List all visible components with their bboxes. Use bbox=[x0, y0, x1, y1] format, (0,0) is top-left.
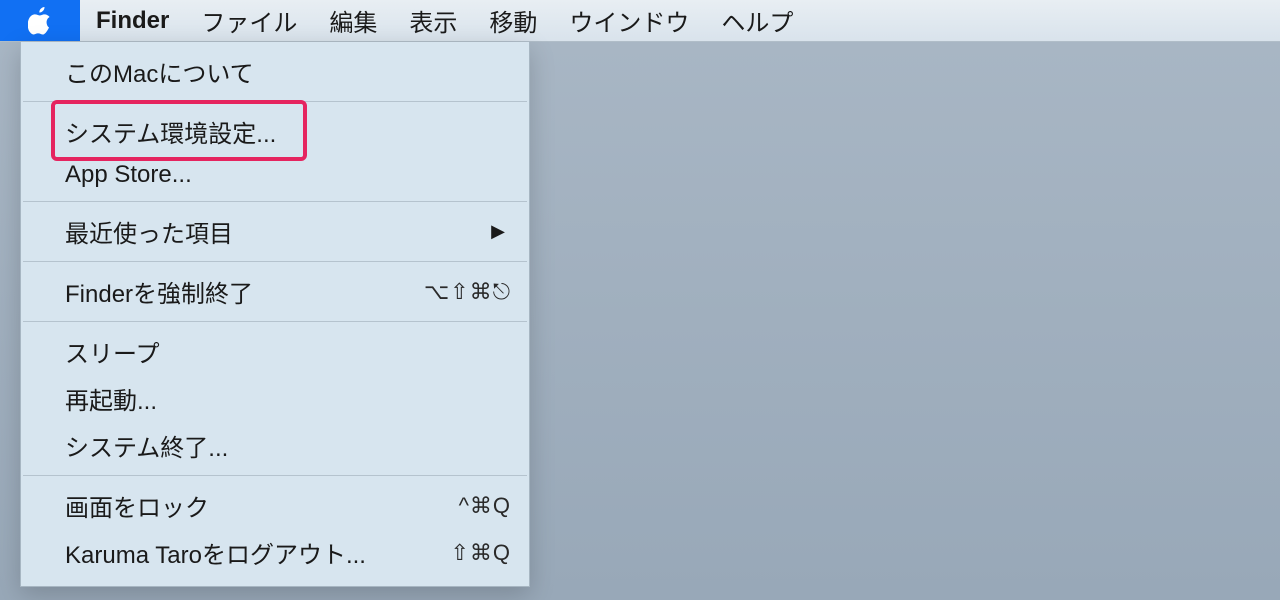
apple-menu-dropdown: このMacについて システム環境設定... App Store... 最近使った… bbox=[20, 42, 530, 587]
menu-label: スリープ bbox=[65, 334, 511, 369]
menu-force-quit[interactable]: Finderを強制終了 ⌥⇧⌘⎋ bbox=[21, 268, 529, 315]
menubar-edit[interactable]: 編集 bbox=[313, 0, 393, 41]
menu-label: Karuma Taroをログアウト... bbox=[65, 535, 391, 570]
menu-shortcut: ^⌘Q bbox=[391, 493, 511, 519]
menu-shortcut: ⇧⌘Q bbox=[391, 540, 511, 566]
menu-separator bbox=[23, 261, 527, 262]
apple-icon bbox=[28, 7, 52, 35]
menu-shortcut: ⌥⇧⌘⎋ bbox=[391, 279, 511, 305]
menu-label: システム環境設定... bbox=[65, 114, 511, 149]
menubar-active-app[interactable]: Finder bbox=[80, 0, 185, 41]
menubar-window[interactable]: ウインドウ bbox=[553, 0, 705, 41]
menubar-go[interactable]: 移動 bbox=[473, 0, 553, 41]
menu-separator bbox=[23, 201, 527, 202]
menu-label: App Store... bbox=[65, 161, 511, 189]
apple-menu-button[interactable] bbox=[0, 0, 80, 41]
menu-label: Finderを強制終了 bbox=[65, 274, 391, 309]
menu-logout[interactable]: Karuma Taroをログアウト... ⇧⌘Q bbox=[21, 529, 529, 576]
menu-sleep[interactable]: スリープ bbox=[21, 328, 529, 375]
menubar-help[interactable]: ヘルプ bbox=[705, 0, 809, 41]
menu-recent-items[interactable]: 最近使った項目 ▶ bbox=[21, 208, 529, 255]
menu-label: システム終了... bbox=[65, 428, 511, 463]
menubar-file[interactable]: ファイル bbox=[185, 0, 313, 41]
menu-label: 画面をロック bbox=[65, 488, 391, 523]
menu-lock-screen[interactable]: 画面をロック ^⌘Q bbox=[21, 482, 529, 529]
menubar-view[interactable]: 表示 bbox=[393, 0, 473, 41]
menu-separator bbox=[23, 101, 527, 102]
menu-shutdown[interactable]: システム終了... bbox=[21, 422, 529, 469]
menu-restart[interactable]: 再起動... bbox=[21, 375, 529, 422]
menu-app-store[interactable]: App Store... bbox=[21, 155, 529, 195]
menubar: Finder ファイル 編集 表示 移動 ウインドウ ヘルプ bbox=[0, 0, 1280, 42]
menu-label: 最近使った項目 bbox=[65, 214, 491, 249]
menu-separator bbox=[23, 475, 527, 476]
menu-system-preferences[interactable]: システム環境設定... bbox=[21, 108, 529, 155]
menu-separator bbox=[23, 321, 527, 322]
menu-about-this-mac[interactable]: このMacについて bbox=[21, 48, 529, 95]
chevron-right-icon: ▶ bbox=[491, 221, 511, 242]
menu-label: このMacについて bbox=[65, 54, 511, 89]
menu-label: 再起動... bbox=[65, 381, 511, 416]
